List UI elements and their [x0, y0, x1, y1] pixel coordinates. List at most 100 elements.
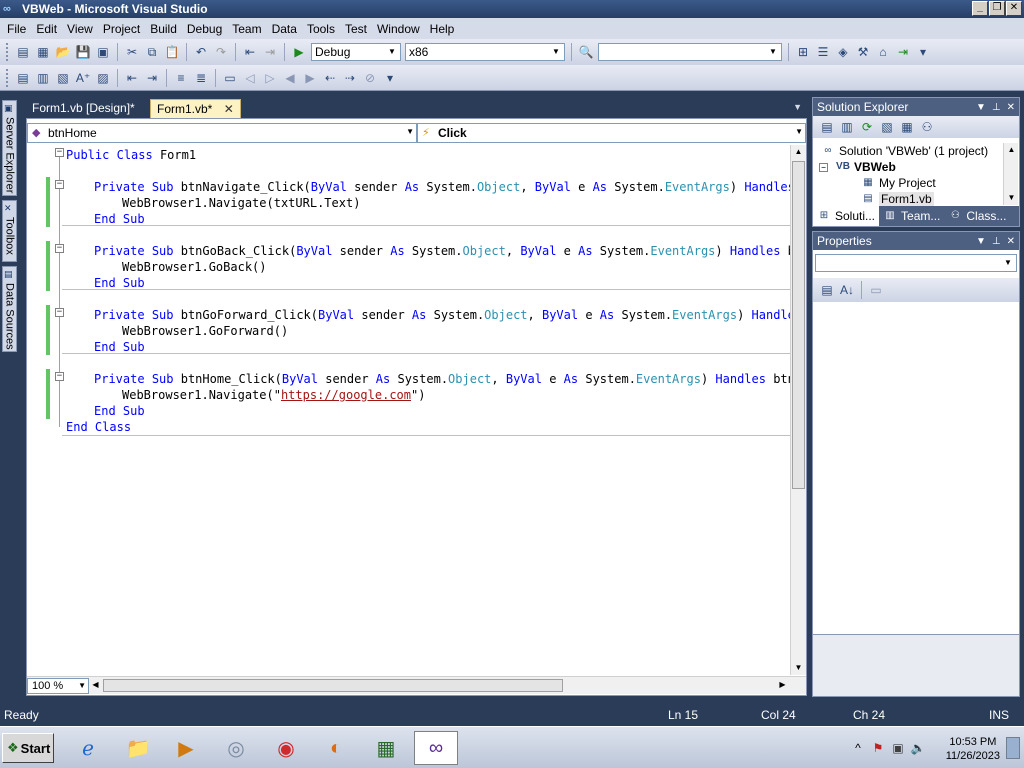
decrease-indent-icon[interactable]: ⇤ — [124, 70, 140, 86]
code-line[interactable]: End Class — [66, 419, 131, 435]
next-bookmark-in-document-icon[interactable]: ⇢ — [342, 70, 358, 86]
show-all-files-icon[interactable]: ▥ — [839, 119, 855, 135]
display-quick-info-icon[interactable]: ▧ — [55, 70, 71, 86]
next-bookmark-in-folder-icon[interactable]: ▶ — [302, 70, 318, 86]
code-line[interactable]: End Sub — [94, 275, 145, 291]
object-selector-combo[interactable]: ▼ — [815, 254, 1017, 272]
object-browser-icon[interactable]: ◈ — [835, 44, 851, 60]
method-name-combo[interactable]: ⚡ Click ▼ — [417, 123, 806, 143]
code-line[interactable]: Private Sub btnGoBack_Click(ByVal sender… — [94, 243, 790, 259]
view-designer-icon[interactable]: ▦ — [899, 119, 915, 135]
data-sources-tab[interactable]: ▤ Data Sources — [2, 266, 17, 352]
file-explorer-icon[interactable]: 📁 — [116, 731, 160, 765]
alphabetical-icon[interactable]: A↓ — [839, 282, 855, 298]
view-code-icon[interactable]: ▧ — [879, 119, 895, 135]
volume-icon[interactable]: 🔈 — [910, 740, 926, 756]
collapse-node-icon[interactable]: − — [819, 162, 828, 172]
collapse-outline-icon[interactable]: − — [55, 372, 64, 381]
window-position-icon[interactable]: ▼ — [976, 102, 986, 113]
close-panel-icon[interactable]: ✕ — [1007, 102, 1015, 113]
scroll-thumb[interactable] — [103, 679, 563, 692]
toolbar-options-icon[interactable]: ▾ — [382, 70, 398, 86]
display-object-member-list-icon[interactable]: ▤ — [15, 70, 31, 86]
tab-class-view[interactable]: ⚇ Class... — [944, 206, 1010, 226]
collapse-outline-icon[interactable]: − — [55, 180, 64, 189]
vertical-scrollbar[interactable]: ▲ ▼ — [790, 145, 806, 675]
menu-view[interactable]: View — [62, 22, 98, 36]
increase-indent-icon[interactable]: ⇥ — [144, 70, 160, 86]
menu-help[interactable]: Help — [425, 22, 460, 36]
start-page-icon[interactable]: ⌂ — [875, 44, 891, 60]
code-line[interactable]: WebBrowser1.GoForward() — [122, 323, 288, 339]
action-center-icon[interactable]: ⚑ — [870, 740, 886, 756]
menu-team[interactable]: Team — [227, 22, 266, 36]
next-bookmark-icon[interactable]: ▷ — [262, 70, 278, 86]
code-line[interactable]: End Sub — [94, 211, 145, 227]
class-name-combo[interactable]: ◆ btnHome ▼ — [27, 123, 417, 143]
show-hidden-icons-icon[interactable]: ^ — [850, 740, 866, 756]
menu-tools[interactable]: Tools — [302, 22, 340, 36]
navigate-forward-icon[interactable]: ⇥ — [262, 44, 278, 60]
cut-icon[interactable]: ✂ — [124, 44, 140, 60]
tree-vertical-scrollbar[interactable]: ▲ ▼ — [1003, 143, 1018, 205]
visual-studio-taskbar-icon[interactable]: ∞ — [414, 731, 458, 765]
code-line[interactable]: Private Sub btnGoForward_Click(ByVal sen… — [94, 307, 790, 323]
server-explorer-tab[interactable]: ▣ Server Explorer — [2, 100, 17, 196]
close-button[interactable]: ✕ — [1006, 1, 1022, 16]
internet-explorer-icon[interactable]: ℯ — [66, 731, 110, 765]
code-line[interactable]: Private Sub btnNavigate_Click(ByVal send… — [94, 179, 790, 195]
previous-bookmark-icon[interactable]: ◁ — [242, 70, 258, 86]
firefox-icon[interactable]: ◐ — [314, 731, 358, 765]
open-file-icon[interactable]: 📂 — [55, 44, 71, 60]
scroll-thumb[interactable] — [792, 161, 805, 489]
previous-bookmark-in-document-icon[interactable]: ⇠ — [322, 70, 338, 86]
find-combo[interactable]: ▼ — [598, 43, 782, 61]
zoom-combo[interactable]: 100 % ▼ — [27, 678, 89, 694]
solution-explorer-icon[interactable]: ⊞ — [795, 44, 811, 60]
auto-hide-pin-icon[interactable]: ⊥ — [992, 102, 1001, 113]
view-class-diagram-icon[interactable]: ⚇ — [919, 119, 935, 135]
solution-platform-combo[interactable]: x86 ▼ — [405, 43, 565, 61]
task-manager-icon[interactable]: ▦ — [364, 731, 408, 765]
chromium-icon[interactable]: ◎ — [214, 731, 258, 765]
media-player-icon[interactable]: ▶ — [164, 731, 208, 765]
refresh-icon[interactable]: ⟳ — [859, 119, 875, 135]
toolbox-icon[interactable]: ⚒ — [855, 44, 871, 60]
minimize-button[interactable]: _ — [972, 1, 988, 16]
code-line[interactable]: WebBrowser1.Navigate(txtURL.Text) — [122, 195, 360, 211]
clock[interactable]: 10:53 PM 11/26/2023 — [946, 735, 1000, 763]
find-in-files-icon[interactable]: 🔍 — [578, 44, 594, 60]
toolbox-tab[interactable]: ✕ Toolbox — [2, 200, 17, 262]
scroll-up-icon[interactable]: ▲ — [1005, 143, 1018, 157]
solution-configuration-combo[interactable]: Debug ▼ — [311, 43, 401, 61]
menu-window[interactable]: Window — [372, 22, 425, 36]
active-files-dropdown-icon[interactable]: ▼ — [793, 102, 802, 112]
new-project-icon[interactable]: ▤ — [15, 44, 31, 60]
code-line[interactable]: WebBrowser1.Navigate("https://google.com… — [122, 387, 425, 403]
toolbar-options-icon[interactable]: ▾ — [915, 44, 931, 60]
code-line[interactable]: End Sub — [94, 403, 145, 419]
save-all-icon[interactable]: ▣ — [95, 44, 111, 60]
start-debugging-icon[interactable]: ▶ — [291, 44, 307, 60]
window-position-icon[interactable]: ▼ — [976, 236, 986, 247]
tree-item-project[interactable]: − VB VBWeb — [819, 159, 896, 175]
collapse-outline-icon[interactable]: − — [55, 148, 64, 157]
network-icon[interactable]: ▣ — [890, 740, 906, 756]
maximize-button[interactable]: ❐ — [989, 1, 1005, 16]
clear-bookmarks-icon[interactable]: ⊘ — [362, 70, 378, 86]
url-token[interactable]: https://google.com — [281, 388, 411, 402]
menu-file[interactable]: File — [2, 22, 31, 36]
close-tab-icon[interactable]: ✕ — [224, 102, 234, 116]
display-word-completion-icon[interactable]: A⁺ — [75, 70, 91, 86]
display-parameter-info-icon[interactable]: ▥ — [35, 70, 51, 86]
toolbar-grip[interactable] — [6, 43, 9, 61]
extension-manager-icon[interactable]: ⇥ — [895, 44, 911, 60]
undo-icon[interactable]: ↶ — [193, 44, 209, 60]
scroll-down-icon[interactable]: ▼ — [1005, 191, 1018, 205]
code-line[interactable]: WebBrowser1.GoBack() — [122, 259, 267, 275]
previous-bookmark-in-folder-icon[interactable]: ◀ — [282, 70, 298, 86]
collapse-outline-icon[interactable]: − — [55, 244, 64, 253]
menu-build[interactable]: Build — [145, 22, 182, 36]
copy-icon[interactable]: ⧉ — [144, 44, 160, 60]
code-text-area[interactable]: − − − − − Public Class Form1 Private Sub … — [27, 145, 790, 675]
